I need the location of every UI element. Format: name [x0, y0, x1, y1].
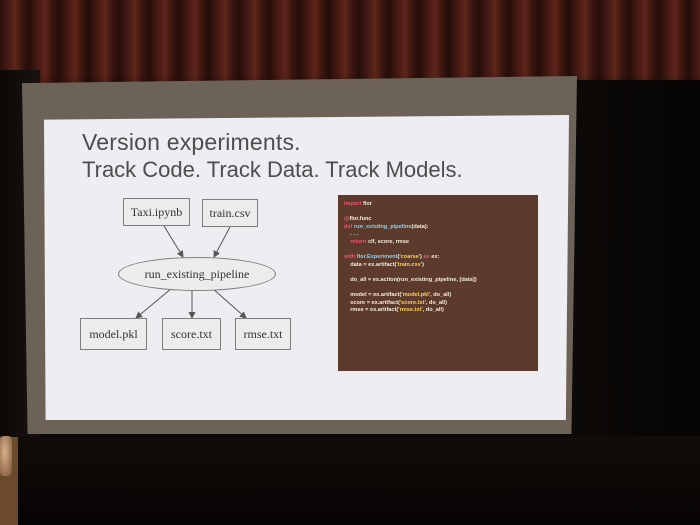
code-token: score = ex.artifact( [350, 299, 400, 306]
code-token: return [350, 238, 367, 245]
code-token: 'score.txt' [399, 299, 426, 306]
code-token: flor.Experiment [355, 254, 398, 261]
right-wall [570, 80, 700, 440]
code-line: data = ex.artifact('train.csv') [344, 262, 538, 270]
code-token: , do_all) [425, 299, 447, 306]
code-line: rmse = ex.artifact('rmse.txt', do_all) [344, 307, 538, 315]
code-line: do_all = ex.action(run_existing_pipeline… [344, 277, 538, 285]
code-token: , do_all) [422, 307, 444, 314]
code-line: return clf, score, rmse [344, 239, 538, 247]
slide-subtitle: Track Code. Track Data. Track Models. [82, 157, 463, 182]
code-token: . . . [350, 231, 358, 238]
code-token: (data): [411, 223, 429, 230]
code-token: with [344, 254, 356, 261]
notebook-node: Taxi.ipynb [123, 198, 190, 226]
code-token: rmse = ex.artifact( [350, 307, 399, 314]
podium-lamp [0, 436, 12, 476]
code-token: flor [361, 201, 372, 207]
slide-title: Version experiments. [82, 129, 301, 155]
rmse-txt-node: rmse.txt [235, 318, 291, 350]
code-line: model = ex.artifact('model.pkl', do_all) [344, 292, 538, 300]
code-line: @flor.func [344, 216, 538, 224]
code-token: , do_all) [430, 292, 452, 299]
code-line: def run_existing_pipeline(data): [344, 224, 538, 232]
score-txt-node: score.txt [162, 318, 221, 350]
code-token: as [421, 254, 430, 261]
code-panel: import flor @flor.func def run_existing_pi… [338, 195, 538, 371]
code-line: import flor [344, 201, 538, 209]
stage-floor [0, 436, 700, 525]
code-token: 'coarse' [399, 254, 421, 261]
code-token: ex: [429, 254, 440, 261]
train-csv-node: train.csv [202, 199, 258, 227]
code-token: flor.func [349, 216, 372, 223]
code-token: ) [422, 261, 424, 268]
code-token: do_all = ex.action(run_existing_pipeline… [350, 276, 477, 283]
code-line: with flor.Experiment('coarse') as ex: [344, 254, 538, 262]
code-line: score = ex.artifact('score.txt', do_all) [344, 300, 538, 308]
code-token: import [344, 201, 362, 207]
code-token: 'rmse.txt' [398, 307, 423, 314]
code-token: model = ex.artifact( [350, 292, 402, 299]
code-token: data = ex.artifact( [350, 261, 397, 268]
code-token: run_existing_pipeline [352, 223, 412, 230]
code-token: 'train.csv' [396, 261, 423, 268]
code-token: clf, score, rmse [366, 238, 409, 245]
code-token: 'model.pkl' [401, 292, 431, 299]
code-line: . . . [344, 231, 538, 239]
pipeline-node: run_existing_pipeline [118, 257, 276, 291]
model-pkl-node: model.pkl [80, 318, 147, 350]
